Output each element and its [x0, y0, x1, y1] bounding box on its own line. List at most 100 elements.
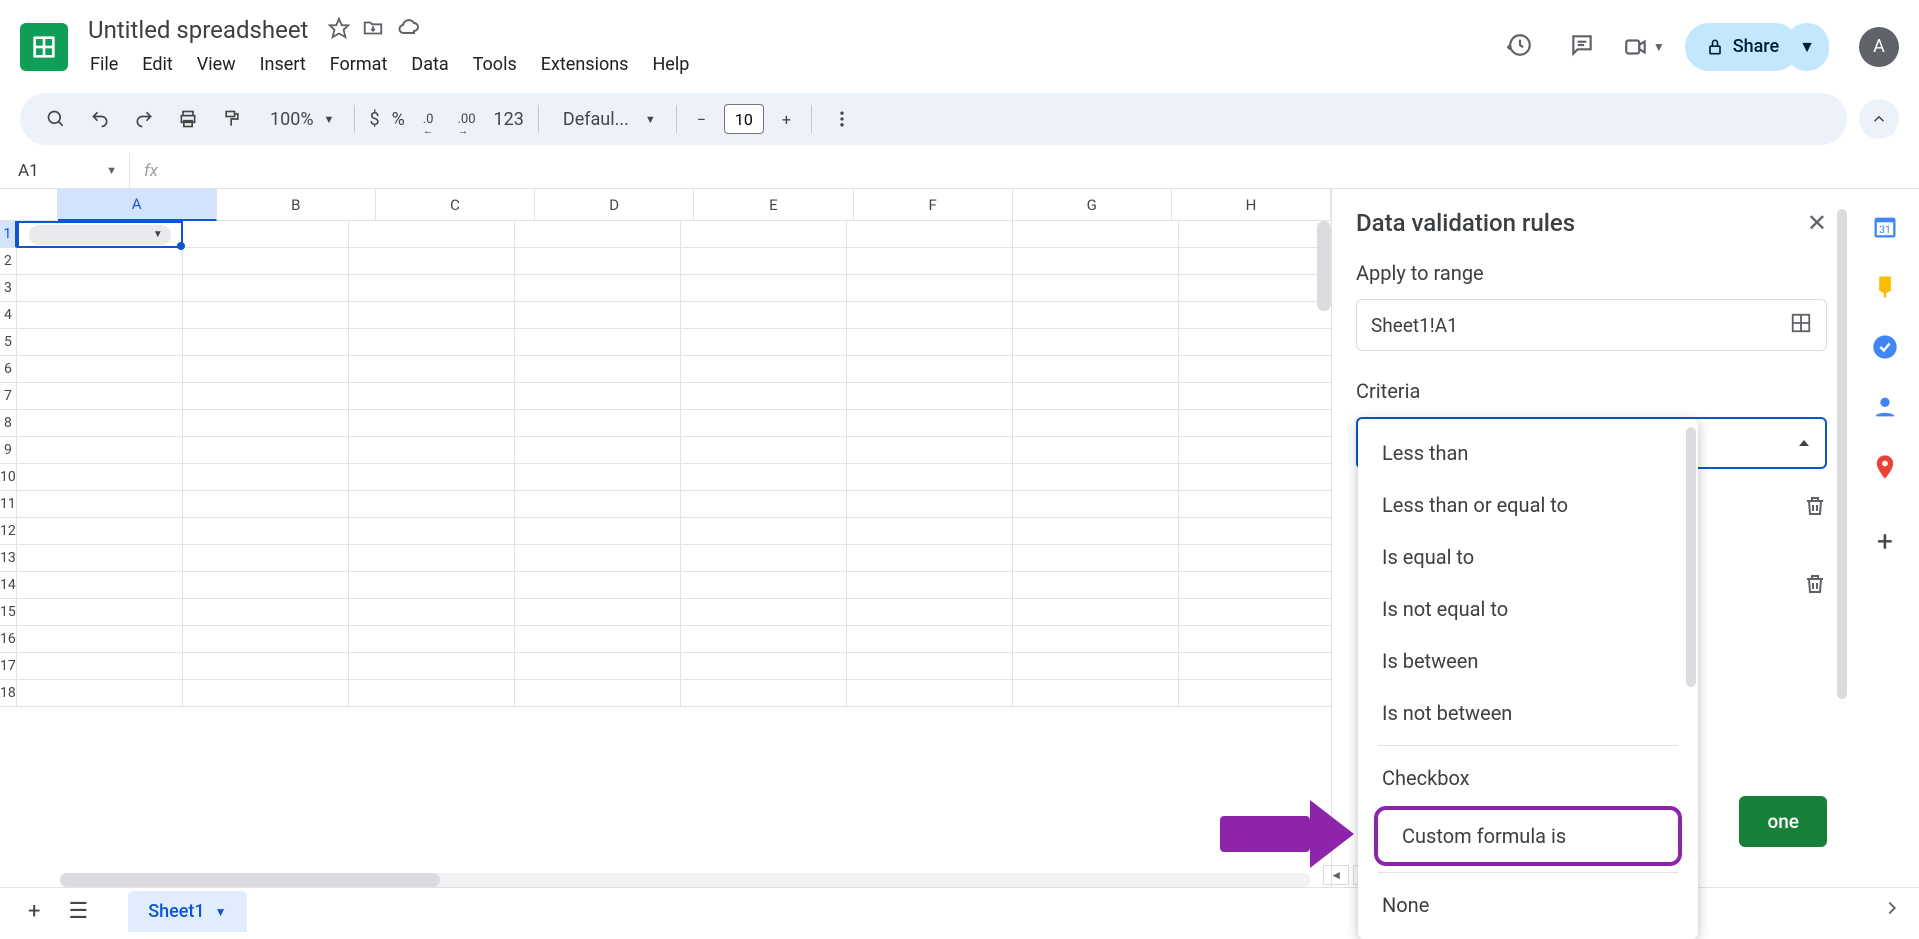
cell[interactable] — [847, 653, 1013, 680]
cell[interactable] — [681, 653, 847, 680]
cell[interactable] — [349, 572, 515, 599]
cell[interactable] — [515, 572, 681, 599]
cell[interactable] — [1179, 626, 1331, 653]
redo-icon[interactable] — [124, 101, 164, 137]
sheets-logo[interactable] — [20, 23, 68, 71]
cell[interactable] — [515, 329, 681, 356]
cloud-status-icon[interactable] — [396, 16, 420, 44]
cell[interactable] — [17, 437, 183, 464]
row-header-1[interactable]: 1 — [0, 221, 17, 248]
vertical-scrollbar[interactable] — [1317, 221, 1331, 311]
cell[interactable] — [1013, 491, 1179, 518]
cell[interactable] — [515, 626, 681, 653]
format-percent[interactable]: % — [388, 109, 409, 130]
cell[interactable] — [17, 680, 183, 707]
print-icon[interactable] — [168, 101, 208, 137]
row-header-6[interactable]: 6 — [0, 356, 17, 383]
delete-rule-icon[interactable] — [1803, 494, 1827, 522]
row-header-9[interactable]: 9 — [0, 437, 17, 464]
column-header-h[interactable]: H — [1172, 189, 1331, 221]
criteria-option-equal[interactable]: Is equal to — [1358, 531, 1698, 583]
cell[interactable] — [681, 275, 847, 302]
range-input-wrapper[interactable] — [1356, 299, 1827, 351]
row-header-4[interactable]: 4 — [0, 302, 17, 329]
cell[interactable] — [17, 626, 183, 653]
cell[interactable] — [1013, 464, 1179, 491]
cell[interactable] — [847, 383, 1013, 410]
cell[interactable] — [847, 680, 1013, 707]
font-size-input[interactable] — [724, 104, 764, 134]
cell[interactable] — [681, 599, 847, 626]
cell[interactable] — [349, 491, 515, 518]
cell[interactable] — [1179, 221, 1331, 248]
cell[interactable] — [183, 599, 349, 626]
cell[interactable] — [349, 248, 515, 275]
row-header-8[interactable]: 8 — [0, 410, 17, 437]
cell[interactable] — [515, 599, 681, 626]
horizontal-scrollbar-track[interactable] — [60, 873, 1311, 887]
cell[interactable] — [681, 518, 847, 545]
page-left-icon[interactable]: ◄ — [1323, 865, 1349, 885]
cell[interactable] — [183, 545, 349, 572]
criteria-option-none[interactable]: None — [1358, 879, 1698, 931]
cell[interactable] — [1013, 572, 1179, 599]
cell[interactable] — [1179, 275, 1331, 302]
cell[interactable] — [349, 464, 515, 491]
cell[interactable] — [515, 518, 681, 545]
menu-edit[interactable]: Edit — [132, 50, 182, 79]
cell[interactable] — [183, 248, 349, 275]
cell[interactable] — [515, 680, 681, 707]
cell[interactable] — [183, 518, 349, 545]
cell[interactable] — [681, 437, 847, 464]
zoom-select[interactable]: 100%▼ — [256, 101, 344, 138]
cell[interactable] — [1013, 653, 1179, 680]
row-header-15[interactable]: 15 — [0, 599, 17, 626]
cell[interactable] — [1013, 599, 1179, 626]
cell[interactable] — [183, 464, 349, 491]
cell[interactable] — [349, 599, 515, 626]
cell[interactable] — [847, 437, 1013, 464]
select-all-corner[interactable] — [0, 189, 58, 221]
menu-data[interactable]: Data — [401, 50, 458, 79]
cell[interactable] — [515, 275, 681, 302]
cell[interactable] — [681, 248, 847, 275]
cell[interactable] — [17, 545, 183, 572]
row-header-7[interactable]: 7 — [0, 383, 17, 410]
column-header-g[interactable]: G — [1013, 189, 1172, 221]
cell[interactable] — [183, 410, 349, 437]
maps-icon[interactable] — [1871, 453, 1899, 481]
cell[interactable] — [681, 221, 847, 248]
cell[interactable] — [183, 356, 349, 383]
cell[interactable] — [515, 437, 681, 464]
cell[interactable] — [183, 653, 349, 680]
star-icon[interactable] — [328, 17, 350, 43]
cell[interactable] — [1013, 545, 1179, 572]
cell[interactable] — [183, 302, 349, 329]
cell[interactable] — [515, 221, 681, 248]
cell[interactable] — [847, 572, 1013, 599]
cell[interactable] — [17, 464, 183, 491]
cell[interactable] — [1179, 518, 1331, 545]
collapse-toolbar-icon[interactable] — [1859, 99, 1899, 139]
cell[interactable] — [183, 491, 349, 518]
spreadsheet-grid[interactable]: A B C D E F G H 123456789101112131415161… — [0, 189, 1331, 887]
column-header-a[interactable]: A — [58, 189, 217, 221]
cell[interactable] — [349, 653, 515, 680]
row-header-17[interactable]: 17 — [0, 653, 17, 680]
row-header-11[interactable]: 11 — [0, 491, 17, 518]
more-toolbar-icon[interactable] — [822, 101, 862, 137]
cell[interactable] — [1179, 572, 1331, 599]
cell[interactable] — [17, 653, 183, 680]
paint-format-icon[interactable] — [212, 101, 252, 137]
move-folder-icon[interactable] — [362, 17, 384, 43]
column-header-f[interactable]: F — [854, 189, 1013, 221]
column-header-e[interactable]: E — [694, 189, 853, 221]
cell[interactable] — [1179, 491, 1331, 518]
history-icon[interactable] — [1499, 24, 1541, 70]
row-header-3[interactable]: 3 — [0, 275, 17, 302]
cell[interactable] — [1179, 545, 1331, 572]
cell[interactable] — [847, 221, 1013, 248]
cell[interactable] — [1013, 518, 1179, 545]
cell[interactable] — [847, 248, 1013, 275]
cell[interactable] — [515, 491, 681, 518]
